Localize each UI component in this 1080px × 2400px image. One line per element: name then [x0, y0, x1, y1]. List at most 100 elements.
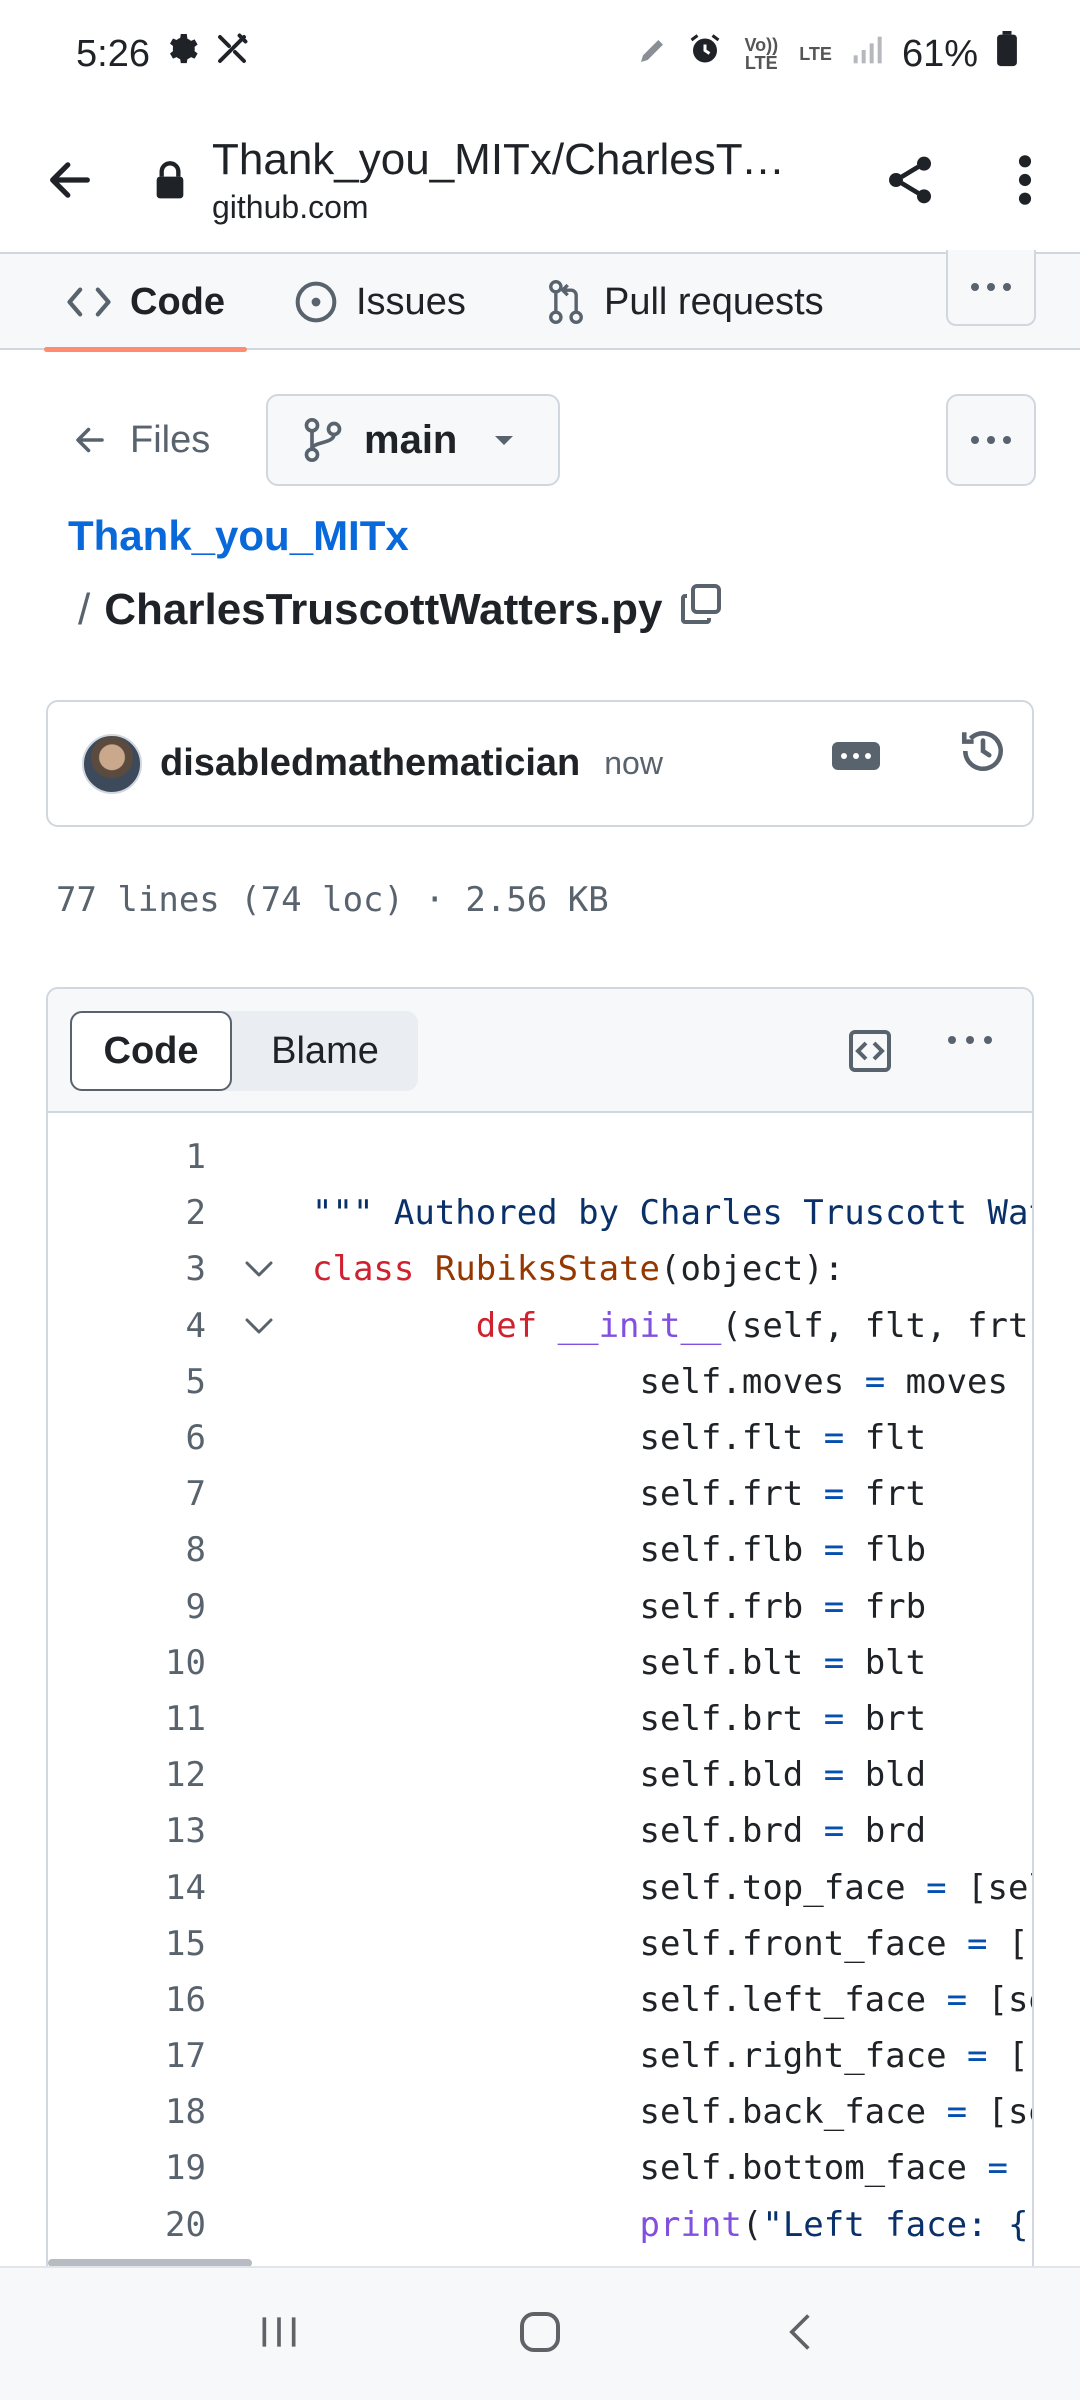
- commit-author-link[interactable]: disabledmathematician: [160, 742, 580, 785]
- status-bar: 5:26 Vo)) LTE LTE 61%: [0, 0, 1080, 108]
- tab-code-label: Code: [130, 280, 225, 323]
- tab-pull-requests[interactable]: Pull requests: [546, 254, 824, 350]
- tab-code[interactable]: Code: [44, 254, 247, 352]
- system-nav-bar: [0, 2266, 1080, 2400]
- status-time: 5:26: [76, 32, 150, 75]
- kebab-horizontal-icon: [971, 436, 1011, 444]
- line-number[interactable]: 15: [48, 1924, 206, 1964]
- volte-indicator: Vo)) LTE: [744, 35, 779, 73]
- git-branch-icon: [304, 418, 342, 462]
- file-name: CharlesTruscottWatters.py: [104, 584, 663, 634]
- browser-menu-button[interactable]: [970, 152, 1080, 208]
- history-button[interactable]: [958, 726, 1008, 781]
- raw-view-button[interactable]: [846, 1027, 894, 1080]
- commit-message-expand-button[interactable]: [832, 742, 880, 770]
- file-actions-more-button[interactable]: [946, 394, 1036, 486]
- code-line: 3 class RubiksState(object):: [48, 1241, 1032, 1297]
- files-back-link[interactable]: Files: [72, 394, 210, 486]
- line-number[interactable]: 12: [48, 1755, 206, 1795]
- line-number[interactable]: 14: [48, 1868, 206, 1908]
- line-number[interactable]: 2: [48, 1193, 206, 1233]
- line-number[interactable]: 1: [48, 1137, 206, 1177]
- url-display[interactable]: Thank_you_MITx/CharlesTr… github.com: [200, 135, 850, 226]
- browser-toolbar: Thank_you_MITx/CharlesTr… github.com: [0, 108, 1080, 252]
- copy-path-button[interactable]: [677, 580, 725, 639]
- avatar[interactable]: [82, 733, 142, 794]
- files-label: Files: [130, 418, 211, 461]
- commit-time: now: [604, 745, 663, 781]
- line-number[interactable]: 18: [48, 2092, 206, 2132]
- tab-issues[interactable]: Issues: [294, 254, 466, 350]
- code-text: self.flb = flb: [312, 1530, 927, 1571]
- line-number[interactable]: 10: [48, 1643, 206, 1683]
- alarm-icon: [687, 31, 723, 77]
- settings-gear-icon: [164, 31, 200, 77]
- file-nav-row: Files main: [0, 394, 1080, 486]
- more-tabs-button[interactable]: [946, 250, 1036, 326]
- code-line: 8 self.flb = flb: [48, 1522, 1032, 1578]
- line-number[interactable]: 6: [48, 1418, 206, 1458]
- code-line: 16 self.left_face = [se: [48, 1972, 1032, 2028]
- tab-pull-requests-label: Pull requests: [604, 280, 824, 323]
- kebab-horizontal-icon: [948, 1036, 992, 1044]
- code-line: 20 print("Left face: {}: [48, 2197, 1032, 2253]
- line-number[interactable]: 9: [48, 1587, 206, 1627]
- lock-icon[interactable]: [140, 160, 200, 200]
- line-number[interactable]: 11: [48, 1699, 206, 1739]
- issue-opened-icon: [295, 281, 337, 323]
- file-code-icon: [849, 1030, 891, 1072]
- code-text: self.moves = moves: [312, 1361, 1008, 1402]
- code-text: self.blt = blt: [312, 1642, 927, 1683]
- line-number[interactable]: 13: [48, 1811, 206, 1851]
- line-number[interactable]: 16: [48, 1980, 206, 2020]
- code-line: 12 self.bld = bld: [48, 1747, 1032, 1803]
- arrow-left-icon: [50, 162, 90, 198]
- line-number[interactable]: 20: [48, 2205, 206, 2245]
- breadcrumb-separator: /: [78, 584, 91, 634]
- code-text: self.left_face = [se: [312, 1979, 1032, 2020]
- line-number[interactable]: 7: [48, 1474, 206, 1514]
- code-line: 15 self.front_face = [s: [48, 1916, 1032, 1972]
- code-text: self.bottom_face = [: [312, 2148, 1032, 2189]
- chevron-down-icon[interactable]: [206, 1317, 312, 1335]
- code-text: self.frb = frb: [312, 1586, 927, 1627]
- line-number[interactable]: 5: [48, 1362, 206, 1402]
- chevron-down-icon[interactable]: [206, 1260, 312, 1278]
- back-nav-button[interactable]: [779, 2308, 823, 2361]
- home-button[interactable]: [516, 2308, 564, 2361]
- code-line: 5 self.moves = moves: [48, 1354, 1032, 1410]
- code-line: 4 def __init__(self, flt, frt,: [48, 1298, 1032, 1354]
- line-number[interactable]: 3: [48, 1249, 206, 1289]
- code-body[interactable]: 1 2 """ Authored by Charles Truscott Wat 3 c…: [48, 1113, 1032, 2253]
- tools-icon: [214, 31, 250, 77]
- code-line: 14 self.top_face = [sel: [48, 1859, 1032, 1915]
- code-text: self.front_face = [s: [312, 1923, 1032, 1964]
- code-more-button[interactable]: [946, 1033, 994, 1051]
- code-line: 13 self.brd = brd: [48, 1803, 1032, 1859]
- breadcrumb: / CharlesTruscottWatters.py: [78, 580, 725, 639]
- code-view-button[interactable]: Code: [70, 1011, 232, 1091]
- code-line: 10 self.blt = blt: [48, 1635, 1032, 1691]
- kebab-menu-icon: [1018, 155, 1032, 205]
- code-line: 17 self.right_face = [s: [48, 2028, 1032, 2084]
- page-title: Thank_you_MITx/CharlesTr…: [212, 134, 792, 184]
- share-button[interactable]: [850, 152, 970, 208]
- blame-view-button[interactable]: Blame: [232, 1011, 418, 1091]
- code-line: 1: [48, 1129, 1032, 1185]
- code-line: 18 self.back_face = [se: [48, 2084, 1032, 2140]
- copy-icon: [680, 584, 721, 624]
- file-stats: 77 lines (74 loc) · 2.56 KB: [56, 880, 609, 920]
- line-number[interactable]: 4: [48, 1306, 206, 1346]
- code-text: self.frt = frt: [312, 1474, 927, 1515]
- code-text: self.back_face = [se: [312, 2092, 1032, 2133]
- recent-apps-button[interactable]: [257, 2310, 301, 2359]
- view-mode-toggle: Code Blame: [70, 1011, 418, 1091]
- line-number[interactable]: 8: [48, 1530, 206, 1570]
- line-number[interactable]: 17: [48, 2036, 206, 2076]
- signal-icon: [850, 33, 884, 76]
- breadcrumb-repo-link[interactable]: Thank_you_MITx: [68, 512, 409, 560]
- back-button[interactable]: [0, 108, 140, 252]
- branch-selector-button[interactable]: main: [266, 394, 560, 486]
- line-number[interactable]: 19: [48, 2148, 206, 2188]
- recent-apps-icon: [262, 2316, 296, 2347]
